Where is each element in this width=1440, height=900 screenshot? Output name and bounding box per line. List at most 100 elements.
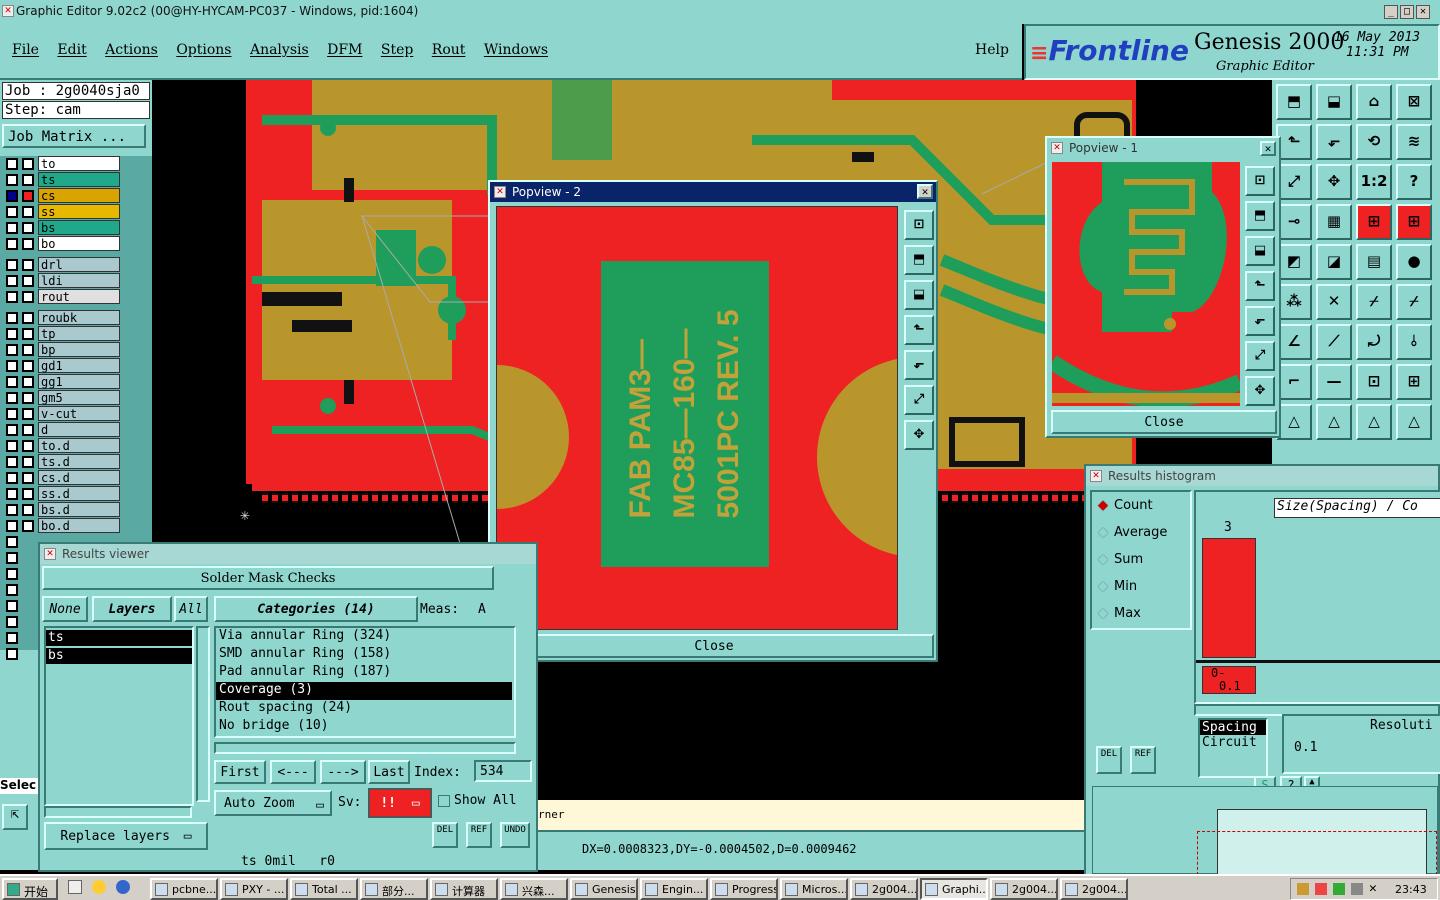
layer-affected-checkbox[interactable] [22,360,34,372]
bottom-tool-icon[interactable]: ⬓ [904,280,934,310]
minimize-button[interactable]: _ [1384,5,1398,19]
menu-help[interactable]: Help [975,42,1009,58]
layer-display-checkbox[interactable] [6,648,18,660]
taskbar-item[interactable]: PXY - ... [220,878,288,900]
stat-option-average[interactable]: ◆ Average [1098,525,1167,540]
layer-display-checkbox[interactable] [6,206,18,218]
layer-row-bp[interactable]: bp [2,342,148,357]
layer-display-checkbox[interactable] [6,424,18,436]
stat-option-min[interactable]: ◆ Min [1098,579,1137,594]
layer-name[interactable]: bo.d [38,518,120,533]
popview-2-view[interactable]: FAB PAM3— MC85—160— 5001PC REV. 5 [496,206,898,630]
layer-display-checkbox[interactable] [6,536,18,548]
feature-b-icon[interactable]: ◪ [1316,244,1352,280]
popview-2-close-button[interactable]: Close [494,634,934,658]
layer-affected-checkbox[interactable] [22,174,34,186]
layer-display-checkbox[interactable] [6,600,18,612]
layer-row-cs.d[interactable]: cs.d [2,470,148,485]
fit-tool-icon[interactable]: ⤢ [904,385,934,415]
tray-icon-5[interactable]: ✕ [1369,881,1377,896]
layer-name[interactable]: cs.d [38,470,120,485]
layer-row-gd1[interactable]: gd1 [2,358,148,373]
layer-affected-checkbox[interactable] [22,424,34,436]
radio-icon[interactable]: ◆ [1098,579,1108,594]
window-tool-icon[interactable]: ⊡ [904,210,934,240]
fit-view-icon[interactable]: ⤢ [1276,164,1312,200]
ie-icon[interactable] [116,880,130,894]
popview-1-close-x[interactable]: ✕ [1260,141,1276,156]
layer-affected-checkbox[interactable] [22,312,34,324]
layer-display-checkbox[interactable] [6,291,18,303]
home-view-icon[interactable]: ⬒ [1276,84,1312,120]
radio-icon[interactable]: ◆ [1098,498,1108,513]
select-net-icon[interactable]: ⊞ [1396,204,1432,240]
layer-display-checkbox[interactable] [6,456,18,468]
layer-display-checkbox[interactable] [6,259,18,271]
layer-name[interactable]: rout [38,289,120,304]
category-item[interactable]: SMD annular Ring (158) [216,646,512,664]
layer-row-ldi[interactable]: ldi [2,273,148,288]
layer-display-checkbox[interactable] [6,552,18,564]
layer-name[interactable]: gg1 [38,374,120,389]
taskbar-item[interactable]: Engin... [640,878,708,900]
layer-display-checkbox[interactable] [6,408,18,420]
help-icon[interactable]: ? [1396,164,1432,200]
replace-layers-select[interactable]: Replace layers ▭ [44,822,208,850]
layer-display-checkbox[interactable] [6,568,18,580]
top-tool-icon[interactable]: ⬒ [1245,201,1275,231]
taskbar-item[interactable]: pcbne... [150,878,218,900]
category-item[interactable]: No bridge (10) [216,718,512,736]
layer-row-roubk[interactable]: roubk [2,310,148,325]
cross-icon[interactable]: ✕ [1316,284,1352,320]
layer-name[interactable]: ts.d [38,454,120,469]
layer-affected-checkbox[interactable] [22,328,34,340]
category-item[interactable]: Via annular Ring (324) [216,628,512,646]
taskbar-item[interactable]: 部分... [360,878,428,900]
taskbar-item[interactable]: 计算器 [430,878,498,900]
radio-icon[interactable]: ◆ [1098,525,1108,540]
layer-display-checkbox[interactable] [6,360,18,372]
zoom-ratio-icon[interactable]: 1:2 [1356,164,1392,200]
taskbar-item[interactable]: Progress [710,878,778,900]
menu-analysis[interactable]: Analysis [250,42,309,58]
stat-option-sum[interactable]: ◆ Sum [1098,552,1143,567]
none-button[interactable]: None [42,596,88,622]
top-tool-icon[interactable]: ⬒ [904,245,934,275]
align-icon[interactable]: ⊞ [1396,364,1432,400]
panel-view-icon[interactable]: ⌂ [1356,84,1392,120]
layer-name[interactable]: to.d [38,438,120,453]
menu-dfm[interactable]: DFM [327,42,362,58]
grid-icon[interactable]: ▦ [1316,204,1352,240]
menu-edit[interactable]: Edit [57,42,86,58]
layer-name[interactable]: roubk [38,310,120,325]
layer-display-checkbox[interactable] [6,275,18,287]
first-button[interactable]: First [214,760,266,784]
layer-affected-checkbox[interactable] [22,504,34,516]
layer-affected-checkbox[interactable] [22,222,34,234]
prev-button[interactable]: <--- [270,760,316,784]
stat-option-count[interactable]: ◆ Count [1098,498,1153,513]
layer-display-checkbox[interactable] [6,190,18,202]
sv-severity-select[interactable]: !! ▭ [368,788,432,818]
taskbar-item[interactable]: Total ... [290,878,358,900]
layer-display-checkbox[interactable] [6,520,18,532]
category-item[interactable]: Rout spacing (24) [216,700,512,718]
layer-row-cs[interactable]: cs [2,188,148,203]
layer-display-checkbox[interactable] [6,472,18,484]
layer-affected-checkbox[interactable] [22,456,34,468]
layer-name[interactable]: ldi [38,273,120,288]
layer-display-checkbox[interactable] [6,392,18,404]
layer-row-to.d[interactable]: to.d [2,438,148,453]
layer-name[interactable]: v-cut [38,406,120,421]
select-box-icon[interactable]: ⊞ [1356,204,1392,240]
prev-view-icon[interactable]: ⬑ [1276,124,1312,160]
layer-affected-checkbox[interactable] [22,520,34,532]
layer-row-bo.d[interactable]: bo.d [2,518,148,533]
spacing-list[interactable]: Spacing Circuit [1198,718,1268,778]
corner-icon[interactable]: ⌐ [1276,364,1312,400]
taskbar-item[interactable]: Graphi... [920,878,988,900]
line-b-icon[interactable]: ⌿ [1396,284,1432,320]
next-button[interactable]: ---> [320,760,366,784]
show-all-checkbox[interactable] [438,795,450,807]
pan-view-icon[interactable]: ✥ [1316,164,1352,200]
